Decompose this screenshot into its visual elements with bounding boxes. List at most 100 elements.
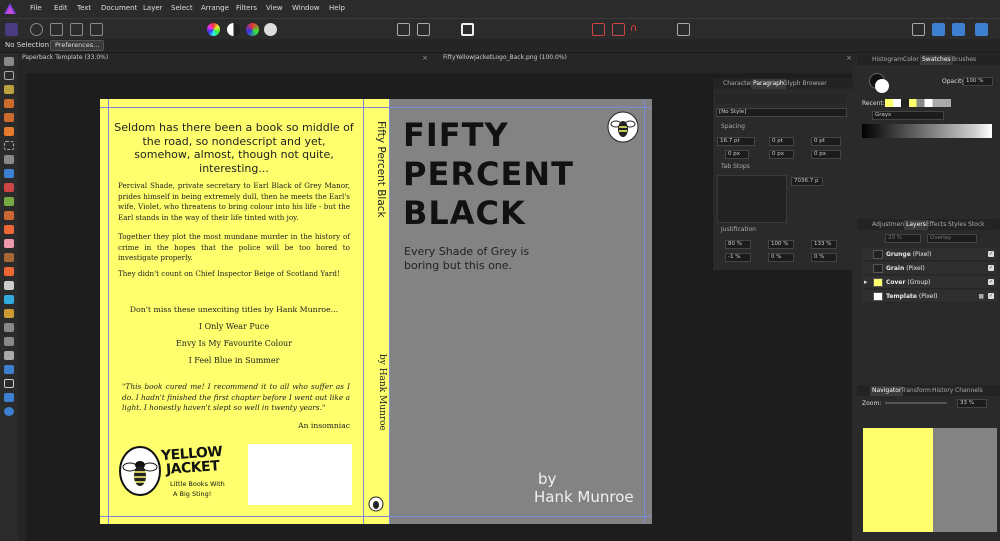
view-tool-icon[interactable]: [4, 393, 14, 402]
letter-spacing-max-field[interactable]: 0 %: [768, 253, 794, 262]
arrange-icon[interactable]: [912, 23, 925, 36]
paragraph-style-select[interactable]: [No Style]: [716, 108, 847, 117]
tab-color[interactable]: Color: [903, 56, 919, 63]
menu-file[interactable]: File: [30, 4, 42, 12]
hand-tool-icon[interactable]: [4, 57, 14, 66]
flood-fill-icon[interactable]: [4, 169, 14, 178]
erase-brush-icon[interactable]: [4, 225, 14, 234]
snapping-grid-icon[interactable]: [592, 23, 605, 36]
pen-tool-icon[interactable]: [4, 323, 14, 332]
marquee-add-icon[interactable]: [417, 23, 430, 36]
opacity-field[interactable]: 100 %: [963, 77, 993, 86]
left-indent-field[interactable]: 0 px: [725, 150, 749, 159]
quick-mask-icon[interactable]: [461, 23, 474, 36]
tab-styles[interactable]: Styles: [948, 221, 966, 228]
space-after-field[interactable]: 0 pt: [769, 137, 794, 146]
tab-channels[interactable]: Channels: [955, 387, 983, 394]
levels-icon[interactable]: [227, 23, 240, 36]
tab-paperback-template[interactable]: Paperback Template (33.0%): [22, 54, 108, 61]
blend-mode-select[interactable]: Overlay: [927, 234, 977, 243]
pixel-tool-icon[interactable]: [4, 211, 14, 220]
tab-logo-png[interactable]: FiftyYellowJacketLogo_Back.png (100.0%): [443, 54, 567, 61]
layer-visibility-checkbox[interactable]: ✓: [988, 251, 994, 257]
share-icon[interactable]: [975, 23, 988, 36]
tab-stop-field[interactable]: 7036.7 p: [791, 177, 823, 186]
liquify-persona-icon[interactable]: [30, 23, 43, 36]
mask-icon[interactable]: [397, 23, 410, 36]
tab-effects[interactable]: Effects: [926, 221, 946, 228]
layer-row[interactable]: Grunge (Pixel) ✓: [862, 248, 997, 261]
space-before-field[interactable]: 16.7 pt: [717, 137, 755, 146]
layer-opacity-field[interactable]: 20 %: [885, 234, 921, 243]
alignment-buttons[interactable]: [716, 94, 846, 103]
letter-spacing-field[interactable]: -1 %: [725, 253, 751, 262]
tab-navigator[interactable]: Navigator: [870, 386, 904, 396]
word-spacing-field[interactable]: 80 %: [725, 240, 751, 249]
indent-field[interactable]: 0 pt: [811, 137, 841, 146]
color-picker-tool-icon[interactable]: [4, 85, 14, 94]
node-tool-icon[interactable]: [4, 337, 14, 346]
blur-brush-icon[interactable]: [4, 281, 14, 290]
zoom-field[interactable]: 33 %: [957, 399, 987, 408]
layer-visibility-checkbox[interactable]: ✓: [988, 279, 994, 285]
tab-histogram[interactable]: Histogram: [872, 56, 903, 63]
white-balance-icon[interactable]: [264, 23, 277, 36]
freehand-select-icon[interactable]: [4, 155, 14, 164]
lock-icon[interactable]: ■: [978, 293, 984, 300]
word-spacing-opt-field[interactable]: 133 %: [811, 240, 837, 249]
menu-edit[interactable]: Edit: [54, 4, 68, 12]
rectangle-tool-icon[interactable]: [4, 365, 14, 374]
menu-window[interactable]: Window: [292, 4, 320, 12]
tab-history[interactable]: History: [932, 387, 953, 394]
layer-row[interactable]: Grain (Pixel) ✓: [862, 262, 997, 275]
palette-select[interactable]: Grays: [872, 111, 944, 120]
right-indent-field[interactable]: 0 px: [769, 150, 794, 159]
first-indent-field[interactable]: 0 px: [811, 150, 841, 159]
tab-character[interactable]: Character: [723, 80, 753, 87]
photo-persona-icon[interactable]: [5, 23, 18, 36]
menu-view[interactable]: View: [266, 4, 283, 12]
tone-map-persona-icon[interactable]: [70, 23, 83, 36]
studio-icon[interactable]: [952, 23, 965, 36]
tab-stock[interactable]: Stock: [968, 221, 985, 228]
tab-brushes[interactable]: Brushes: [952, 56, 976, 63]
tab-glyph-browser[interactable]: Glyph Browser: [783, 80, 827, 87]
zoom-tool-icon[interactable]: [4, 407, 14, 416]
crop-tool-icon[interactable]: [4, 99, 14, 108]
menu-help[interactable]: Help: [329, 4, 345, 12]
tab-swatches[interactable]: Swatches: [920, 55, 953, 65]
tab-stops-list[interactable]: [717, 175, 787, 223]
secondary-color-swatch[interactable]: [875, 79, 889, 93]
tab-close-icon-2[interactable]: ×: [846, 54, 852, 62]
flood-select-icon[interactable]: [4, 127, 14, 136]
preferences-button[interactable]: Preferences...: [50, 40, 105, 51]
menu-select[interactable]: Select: [171, 4, 193, 12]
marquee-tool-icon[interactable]: [4, 141, 14, 150]
export-persona-icon[interactable]: [90, 23, 103, 36]
view-mode-icon[interactable]: [932, 23, 945, 36]
selection-brush-icon[interactable]: [4, 113, 14, 122]
gradient-tool-icon[interactable]: [4, 183, 14, 192]
tab-layers[interactable]: Layers: [904, 220, 928, 230]
navigator-front-preview[interactable]: [933, 428, 997, 532]
expand-group-icon[interactable]: ▸: [864, 278, 868, 286]
menu-text[interactable]: Text: [77, 4, 91, 12]
red-eye-icon[interactable]: [4, 309, 14, 318]
tab-adjustment[interactable]: Adjustment: [872, 221, 906, 228]
move-tool-icon[interactable]: [4, 71, 14, 80]
paint-brush-icon[interactable]: [4, 197, 14, 206]
tab-close-icon[interactable]: ×: [422, 54, 428, 62]
navigator-back-preview[interactable]: [863, 428, 933, 532]
burn-brush-icon[interactable]: [4, 253, 14, 262]
magnet-icon[interactable]: ∩: [630, 23, 643, 36]
layer-row[interactable]: ▸ Cover (Group) ✓: [862, 276, 997, 289]
develop-persona-icon[interactable]: [50, 23, 63, 36]
recent-swatches[interactable]: [885, 99, 951, 107]
tab-transform[interactable]: Transform: [901, 387, 931, 394]
layer-visibility-checkbox[interactable]: ✓: [988, 293, 994, 299]
menu-document[interactable]: Document: [101, 4, 137, 12]
tab-paragraph[interactable]: Paragraph: [751, 79, 786, 89]
assistant-icon[interactable]: [677, 23, 690, 36]
text-tool-icon[interactable]: [4, 379, 14, 388]
layer-row[interactable]: Template (Pixel) ■ ✓: [862, 290, 997, 303]
